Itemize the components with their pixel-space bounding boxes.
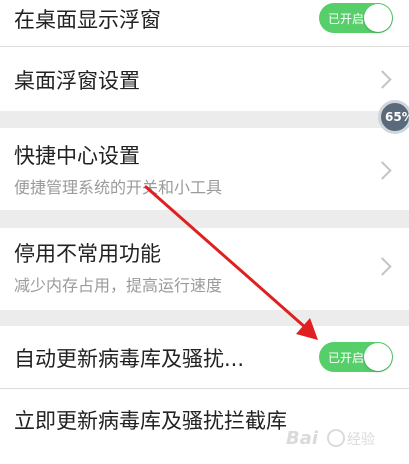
chevron-right-icon — [373, 257, 392, 276]
toggle-knob — [364, 4, 392, 32]
row-subtitle: 减少内存占用，提高运行速度 — [14, 276, 223, 295]
row-subtitle: 便捷管理系统的开关和小工具 — [14, 178, 223, 197]
toggle-knob — [364, 343, 392, 371]
section-gap — [0, 111, 409, 128]
row-title: 立即更新病毒库及骚扰拦截库 — [14, 409, 287, 433]
chevron-right-icon — [373, 161, 392, 180]
toggle-state-label: 已开启 — [328, 351, 365, 365]
section-gap — [0, 310, 409, 326]
float-window-toggle[interactable]: 已开启 — [319, 3, 393, 33]
row-auto-update-virus-db[interactable]: 自动更新病毒库及骚扰... 已开启 — [0, 326, 409, 388]
row-shortcut-center[interactable]: 快捷中心设置 便捷管理系统的开关和小工具 — [0, 128, 409, 210]
row-title: 在桌面显示浮窗 — [14, 8, 161, 32]
auto-update-toggle[interactable]: 已开启 — [319, 342, 393, 372]
row-title: 自动更新病毒库及骚扰... — [14, 347, 245, 371]
svg-text:经验: 经验 — [347, 432, 375, 448]
memory-percent: 65% — [385, 110, 409, 124]
toggle-state-label: 已开启 — [328, 12, 365, 26]
svg-text:Bai: Bai — [286, 428, 319, 449]
baidu-watermark-logo: Bai 经验 — [286, 428, 375, 449]
section-gap — [0, 210, 409, 228]
row-show-float-window[interactable]: 在桌面显示浮窗 已开启 — [0, 0, 409, 46]
settings-screen: 在桌面显示浮窗 已开启 桌面浮窗设置 快捷中心设置 便捷管理系统的开关和小工具 … — [0, 0, 409, 464]
row-float-window-settings[interactable]: 桌面浮窗设置 — [0, 47, 409, 111]
chevron-right-icon — [373, 70, 392, 89]
row-disable-unused[interactable]: 停用不常用功能 减少内存占用，提高运行速度 — [0, 228, 409, 310]
row-title: 桌面浮窗设置 — [14, 69, 140, 93]
row-title: 快捷中心设置 — [14, 144, 140, 168]
floating-ball[interactable]: 65% — [378, 100, 409, 134]
row-title: 停用不常用功能 — [14, 242, 161, 266]
